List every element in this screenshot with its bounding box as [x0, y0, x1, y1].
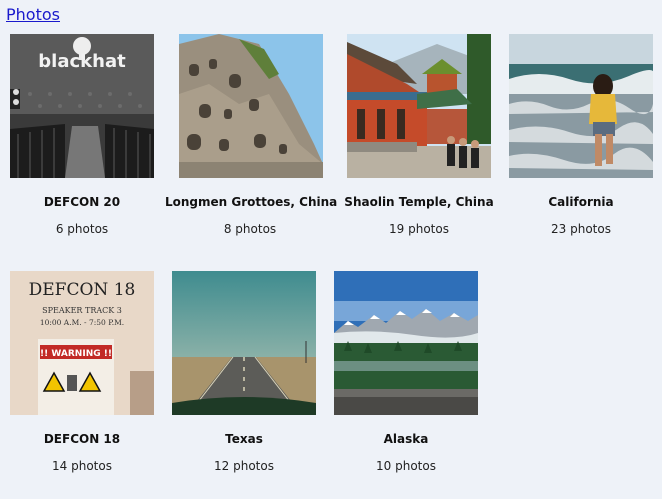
photos-heading-link[interactable]: Photos: [6, 5, 60, 25]
svg-text:blackhat: blackhat: [38, 51, 126, 72]
highway-photo-icon: [172, 271, 316, 415]
svg-text:DEFCON 18: DEFCON 18: [29, 280, 136, 300]
svg-text:10:00 A.M. - 7:50 P.M.: 10:00 A.M. - 7:50 P.M.: [40, 318, 124, 327]
temple-photo-icon: [347, 34, 491, 178]
album-thumbnail[interactable]: [334, 271, 478, 415]
album-thumbnail[interactable]: [347, 34, 491, 178]
album-photo-count: 8 photos: [223, 222, 277, 236]
svg-text:!! WARNING !!: !! WARNING !!: [40, 349, 112, 359]
album-title[interactable]: Longmen Grottoes, China: [165, 195, 337, 209]
album-title[interactable]: Texas: [159, 432, 329, 446]
album-thumbnail[interactable]: DEFCON 18 SPEAKER TRACK 3 10:00 A.M. - 7…: [10, 271, 154, 415]
album-photo-count: 23 photos: [551, 222, 611, 236]
album-title[interactable]: DEFCON 18: [0, 432, 167, 446]
album-thumbnail[interactable]: [172, 271, 316, 415]
album-thumbnail[interactable]: blackhat: [10, 34, 154, 178]
album-photo-count: 12 photos: [214, 459, 274, 473]
album-photo-count: 19 photos: [389, 222, 449, 236]
blackhat-stage-photo-icon: blackhat: [10, 34, 154, 178]
album-photo-count: 14 photos: [52, 459, 112, 473]
album-title[interactable]: Shaolin Temple, China: [334, 195, 504, 209]
speaker-sign-photo-icon: DEFCON 18 SPEAKER TRACK 3 10:00 A.M. - 7…: [10, 271, 154, 415]
album-photo-count: 10 photos: [376, 459, 436, 473]
grottoes-cliff-photo-icon: [179, 34, 323, 178]
photos-page: Photos blackhat DEFCON 20 6 photos Longm…: [0, 0, 662, 499]
album-title[interactable]: Alaska: [321, 432, 491, 446]
mountains-photo-icon: [334, 271, 478, 415]
album-thumbnail[interactable]: [179, 34, 323, 178]
album-thumbnail[interactable]: [509, 34, 653, 178]
svg-text:SPEAKER TRACK 3: SPEAKER TRACK 3: [42, 306, 122, 315]
album-photo-count: 6 photos: [55, 222, 109, 236]
album-title[interactable]: California: [496, 195, 662, 209]
beach-photo-icon: [509, 34, 653, 178]
album-title[interactable]: DEFCON 20: [0, 195, 167, 209]
